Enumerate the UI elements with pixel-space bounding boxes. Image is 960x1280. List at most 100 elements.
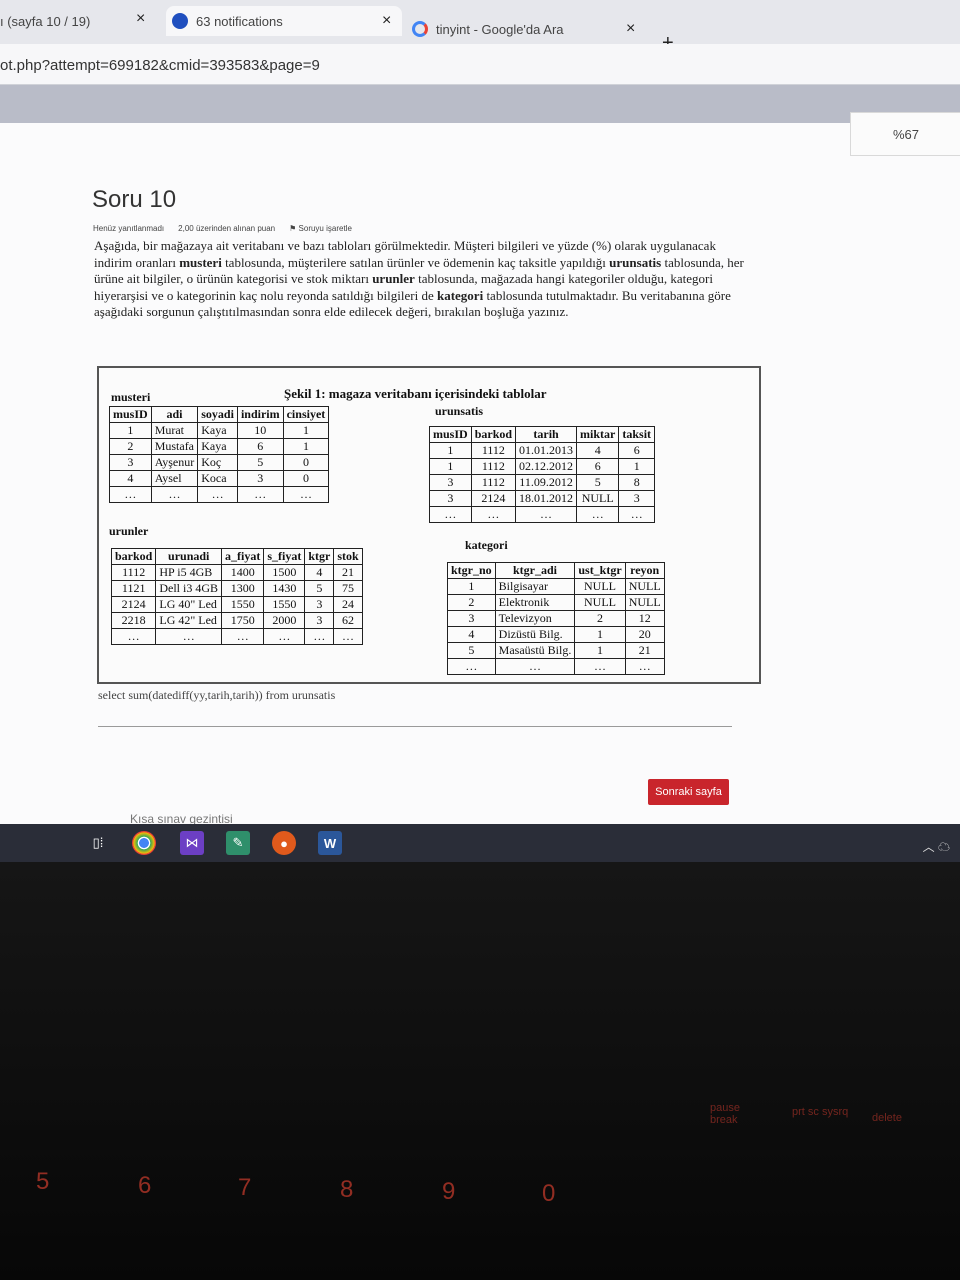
table-cell: 1 [429, 458, 472, 475]
table-row: 1 1112 01.01.2013 4 6 [429, 442, 656, 459]
column-header: urunadi [155, 548, 223, 565]
office-app-icon[interactable]: ● [272, 831, 296, 855]
table-name-emphasis: urunsatis [609, 254, 662, 270]
table-cell: 6 [236, 438, 284, 455]
table-cell: Koca [197, 470, 238, 487]
table-cell: … [470, 506, 517, 523]
table-header-row: barkod urunadi a_fiyat s_fiyat ktgr stok [110, 548, 363, 565]
table-row: 3 1112 11.09.2012 5 8 [429, 474, 656, 491]
table-cell: … [150, 486, 199, 503]
answer-field[interactable] [98, 726, 732, 727]
next-page-button[interactable]: Sonraki sayfa [648, 779, 729, 805]
pause-break-key: pause break [710, 1102, 740, 1126]
table-cell: 1 [282, 438, 330, 455]
column-header: barkod [470, 426, 517, 443]
table-row: 2218 LG 42" Led 1750 2000 3 62 [110, 612, 363, 629]
table-cell: 3 [304, 612, 335, 629]
table-cell: … [494, 658, 576, 675]
table-cell: 1 [109, 422, 152, 439]
table-row: 5 Masaüstü Bilg. 1 21 [447, 642, 665, 659]
table-cell: 8 [618, 474, 656, 491]
table-row: …………… [429, 506, 656, 523]
table-cell: … [236, 486, 284, 503]
urunler-table: barkod urunadi a_fiyat s_fiyat ktgr stok 1112 H… [110, 548, 363, 645]
zoom-indicator[interactable]: %67 [850, 112, 960, 156]
table-cell: 3 [109, 454, 152, 471]
table-cell: 4 [576, 442, 620, 459]
table-cell: LG 42" Led [155, 612, 223, 629]
table-cell: 01.01.2013 [515, 442, 578, 459]
column-header: tarih [515, 426, 578, 443]
table-row: 2 Elektronik NULL NULL [447, 594, 665, 611]
table-cell: 1 [618, 458, 656, 475]
column-header: taksit [618, 426, 656, 443]
column-header: musID [109, 406, 152, 423]
table-cell: 2 [574, 610, 626, 627]
table-cell: Koç [197, 454, 238, 471]
key-7: 7 [238, 1174, 252, 1201]
column-header: ktgr [304, 548, 335, 565]
table-cell: Dell i3 4GB [155, 580, 223, 597]
tab-title: ı (sayfa 10 / 19) [0, 13, 91, 29]
table-cell: Ayşenur [150, 454, 199, 471]
visual-studio-icon[interactable]: ⋈ [180, 831, 204, 855]
paint-icon[interactable]: ✎ [226, 831, 250, 855]
chrome-icon[interactable] [132, 831, 156, 855]
column-header: ktgr_adi [494, 562, 576, 579]
chevron-up-icon[interactable]: ︿ [923, 840, 935, 854]
table-cell: … [109, 486, 152, 503]
notification-icon [172, 13, 188, 29]
url-text: ot.php?attempt=699182&cmid=393583&page=9 [0, 57, 320, 74]
urunsatis-label: urunsatis [435, 404, 484, 418]
table-cell: 24 [333, 596, 363, 613]
table-cell: Elektronik [494, 594, 576, 611]
table-cell: Kaya [197, 438, 238, 455]
flag-question-link[interactable]: ⚑ Soruyu işaretle [289, 224, 352, 233]
table-cell: 2 [109, 438, 152, 455]
key-5: 5 [36, 1168, 50, 1195]
table-row: 1121 Dell i3 4GB 1300 1430 5 75 [110, 580, 363, 597]
google-icon [412, 21, 428, 37]
table-cell: 5 [576, 474, 620, 491]
table-cell: 4 [304, 564, 335, 581]
tab-google-search[interactable]: tinyint - Google'da Ara × [412, 14, 652, 44]
delete-key: delete [872, 1112, 902, 1124]
table-row: …………… [109, 486, 330, 503]
question-text-run: tablosunda, müşterilere satılan ürünler … [221, 254, 610, 270]
key-6: 6 [138, 1172, 152, 1199]
cloud-icon[interactable]: ☁ [938, 840, 950, 854]
close-tab-icon[interactable]: × [626, 20, 635, 38]
table-cell: 1 [574, 626, 626, 643]
table-cell: 1430 [263, 580, 306, 597]
table-cell: 1400 [221, 564, 265, 581]
figure-db-tables: Şekil 1: magaza veritabanı içerisindeki … [97, 366, 761, 684]
table-cell: NULL [576, 490, 620, 507]
table-cell: … [155, 628, 223, 645]
table-cell: 21 [333, 564, 363, 581]
table-row: 3 Televizyon 2 12 [447, 610, 665, 627]
table-cell: 62 [333, 612, 363, 629]
close-tab-icon[interactable]: × [382, 12, 391, 30]
table-cell: 0 [282, 454, 330, 471]
musteri-table: musID adi soyadi indirim cinsiyet 1 Murat Kaya 1… [109, 406, 330, 503]
table-cell: 10 [236, 422, 284, 439]
kategori-label: kategori [465, 538, 508, 552]
tab-notifications[interactable]: 63 notifications × [166, 6, 402, 36]
tab-title: tinyint - Google'da Ara [436, 21, 564, 37]
word-icon[interactable]: W [318, 831, 342, 855]
laptop-keyboard: pause break prt sc sysrq delete 5 6 7 8 … [0, 862, 960, 1280]
flag-icon: ⚑ [289, 224, 299, 233]
table-cell: Televizyon [494, 610, 576, 627]
task-view-icon[interactable]: ▯⁞ [86, 831, 110, 855]
table-cell: … [515, 506, 578, 523]
table-cell: 1 [282, 422, 330, 439]
table-cell: 1550 [263, 596, 306, 613]
close-tab-icon[interactable]: × [136, 10, 145, 28]
table-cell: 3 [429, 474, 472, 491]
tab-quiz[interactable]: ı (sayfa 10 / 19) × [0, 6, 160, 36]
address-bar[interactable]: ot.php?attempt=699182&cmid=393583&page=9 [0, 44, 960, 85]
table-cell: … [574, 658, 626, 675]
table-cell: LG 40" Led [155, 596, 223, 613]
table-row: 1 Bilgisayar NULL NULL [447, 578, 665, 595]
system-tray[interactable]: ︿ ☁ [923, 838, 950, 855]
